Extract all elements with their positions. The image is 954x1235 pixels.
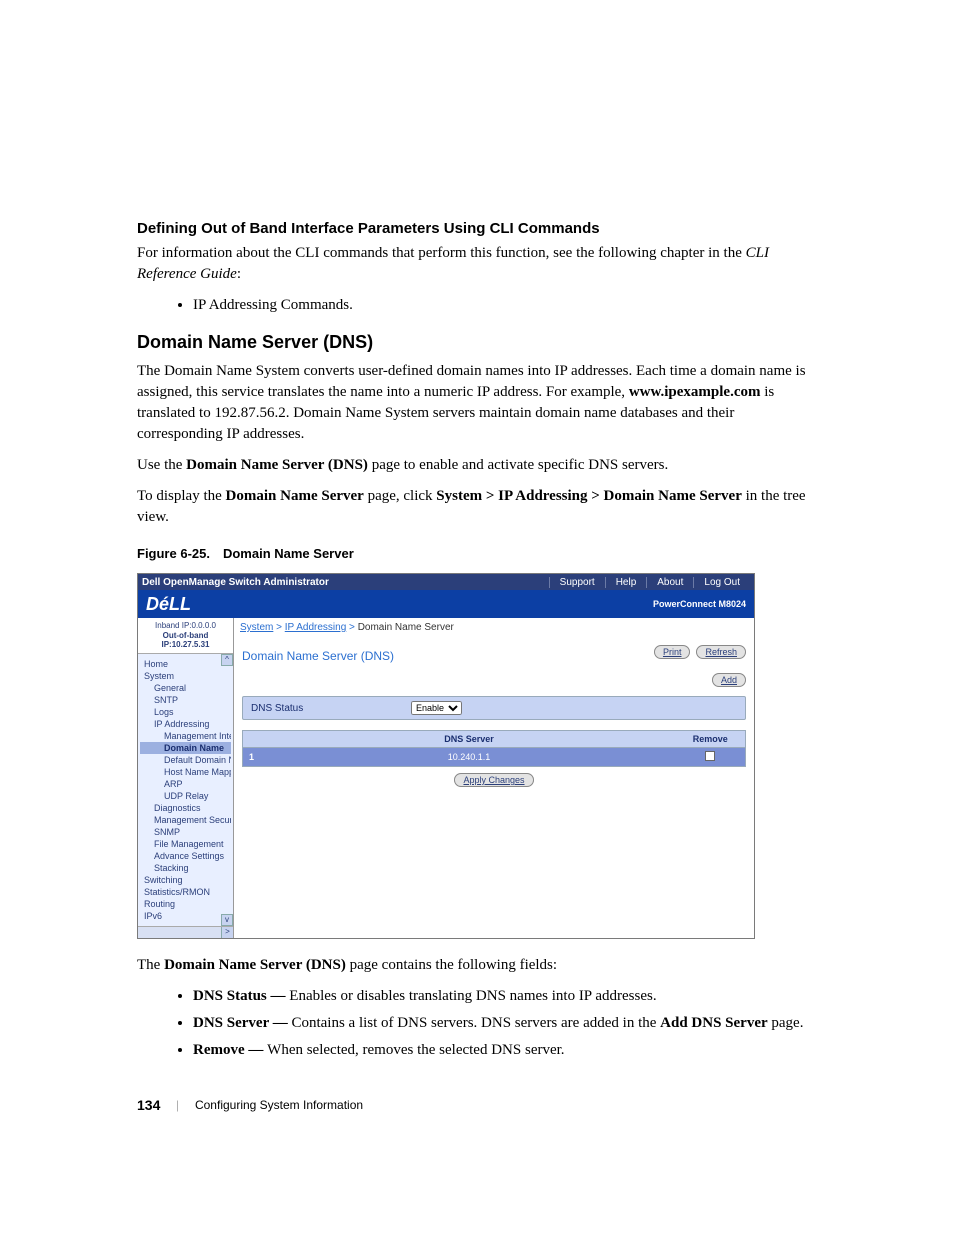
para-dns-intro: The Domain Name System converts user-def… <box>137 361 817 445</box>
tree-ipv6[interactable]: IPv6 <box>140 910 231 922</box>
para-cli: For information about the CLI commands t… <box>137 243 817 285</box>
para-use: Use the Domain Name Server (DNS) page to… <box>137 455 817 476</box>
th-remove: Remove <box>676 731 746 748</box>
tree-stats[interactable]: Statistics/RMON <box>140 886 231 898</box>
separator-icon: | <box>176 1097 179 1113</box>
tree-mgmt-security[interactable]: Management Secur <box>140 814 231 826</box>
tree-advance[interactable]: Advance Settings <box>140 850 231 862</box>
dns-server-table: DNS Server Remove 1 10.240.1.1 <box>242 730 746 767</box>
tree-mgmt-int[interactable]: Management Inte <box>140 730 231 742</box>
page-footer: 134 | Configuring System Information <box>137 1097 817 1113</box>
field-desc: Contains a list of DNS servers. DNS serv… <box>291 1015 660 1031</box>
dns-status-section: DNS Status Enable <box>242 696 746 720</box>
figure-caption: Figure 6-25. Domain Name Server <box>137 546 817 561</box>
field-dns-server: DNS Server — Contains a list of DNS serv… <box>193 1013 817 1034</box>
h-scrollbar[interactable]: > <box>138 926 233 938</box>
tree-diagnostics[interactable]: Diagnostics <box>140 802 231 814</box>
link-support[interactable]: Support <box>549 577 605 588</box>
row-server-ip: 10.240.1.1 <box>263 748 676 767</box>
para-nav: To display the Domain Name Server page, … <box>137 486 817 528</box>
field-desc: page. <box>768 1015 804 1031</box>
tree-stacking[interactable]: Stacking <box>140 862 231 874</box>
table-row: 1 10.240.1.1 <box>243 748 746 767</box>
tree-home[interactable]: Home <box>140 658 231 670</box>
nav-path: System > IP Addressing > Domain Name Ser… <box>436 488 742 504</box>
scroll-right-icon[interactable]: > <box>221 927 233 938</box>
para-fields-intro: The Domain Name Server (DNS) page contai… <box>137 955 817 976</box>
bullet-ip-addressing: IP Addressing Commands. <box>193 295 817 316</box>
ip-info: Inband IP:0.0.0.0 Out-of-band IP:10.27.5… <box>138 618 233 654</box>
bc-system[interactable]: System <box>240 622 273 633</box>
print-button[interactable]: Print <box>654 645 691 659</box>
field-desc: Enables or disables translating DNS name… <box>289 988 656 1004</box>
tree-domain-name[interactable]: Domain Name <box>140 742 231 754</box>
tree-routing[interactable]: Routing <box>140 898 231 910</box>
bc-ip-addressing[interactable]: IP Addressing <box>285 622 347 633</box>
field-name: DNS Status — <box>193 988 289 1004</box>
tree-general[interactable]: General <box>140 682 231 694</box>
text: page to enable and activate specific DNS… <box>368 457 668 473</box>
app-titlebar: Dell OpenManage Switch Administrator Sup… <box>138 574 754 590</box>
text: To display the <box>137 488 226 504</box>
field-name: Remove — <box>193 1042 267 1058</box>
tree-system[interactable]: System <box>140 670 231 682</box>
main-panel: System > IP Addressing > Domain Name Ser… <box>234 618 754 938</box>
scroll-down-icon[interactable]: v <box>221 914 233 926</box>
field-dns-status: DNS Status — Enables or disables transla… <box>193 986 817 1007</box>
app-title: Dell OpenManage Switch Administrator <box>142 577 549 588</box>
field-remove: Remove — When selected, removes the sele… <box>193 1040 817 1061</box>
page-name: Domain Name Server (DNS) <box>186 457 368 473</box>
text: page contains the following fields: <box>346 957 557 973</box>
link-help[interactable]: Help <box>605 577 647 588</box>
tree-logs[interactable]: Logs <box>140 706 231 718</box>
ref-page: Add DNS Server <box>660 1015 768 1031</box>
table-header: DNS Server Remove <box>243 731 746 748</box>
heading-cli: Defining Out of Band Interface Parameter… <box>137 220 817 237</box>
link-about[interactable]: About <box>646 577 693 588</box>
add-button[interactable]: Add <box>712 673 746 687</box>
tree-host-name[interactable]: Host Name Mapp <box>140 766 231 778</box>
remove-checkbox[interactable] <box>705 751 715 761</box>
dns-status-select[interactable]: Enable <box>411 701 462 715</box>
tree-udp-relay[interactable]: UDP Relay <box>140 790 231 802</box>
sidebar: Inband IP:0.0.0.0 Out-of-band IP:10.27.5… <box>138 618 234 938</box>
tree-switching[interactable]: Switching <box>140 874 231 886</box>
tree-arp[interactable]: ARP <box>140 778 231 790</box>
tree-snmp[interactable]: SNMP <box>140 826 231 838</box>
oob-ip: Out-of-band IP:10.27.5.31 <box>161 631 209 650</box>
text: For information about the CLI commands t… <box>137 245 746 261</box>
link-logout[interactable]: Log Out <box>693 577 750 588</box>
breadcrumb: System > IP Addressing > Domain Name Ser… <box>234 618 754 637</box>
text: The <box>137 957 164 973</box>
page-name: Domain Name Server <box>226 488 364 504</box>
apply-changes-button[interactable]: Apply Changes <box>454 773 533 787</box>
tree-ip-addressing[interactable]: IP Addressing <box>140 718 231 730</box>
refresh-button[interactable]: Refresh <box>696 645 746 659</box>
section-title: Configuring System Information <box>195 1098 363 1112</box>
product-name: PowerConnect M8024 <box>653 599 746 609</box>
nav-tree[interactable]: ^ Home System General SNTP Logs IP Addre… <box>138 654 233 938</box>
field-desc: When selected, removes the selected DNS … <box>267 1042 564 1058</box>
bc-current: Domain Name Server <box>358 622 454 633</box>
example-domain: www.ipexample.com <box>629 384 761 400</box>
page-name: Domain Name Server (DNS) <box>164 957 346 973</box>
screenshot-dns: Dell OpenManage Switch Administrator Sup… <box>137 573 755 939</box>
field-name: DNS Server — <box>193 1015 291 1031</box>
page-number: 134 <box>137 1097 160 1113</box>
tree-file-mgmt[interactable]: File Management <box>140 838 231 850</box>
tree-default-domain[interactable]: Default Domain N <box>140 754 231 766</box>
heading-dns: Domain Name Server (DNS) <box>137 332 817 353</box>
th-dns-server: DNS Server <box>263 731 676 748</box>
tree-sntp[interactable]: SNTP <box>140 694 231 706</box>
text: Use the <box>137 457 186 473</box>
text: : <box>237 266 241 282</box>
scroll-up-icon[interactable]: ^ <box>221 654 233 666</box>
dell-logo: DéLL <box>146 594 191 615</box>
dns-status-label: DNS Status <box>251 703 411 714</box>
text: page, click <box>364 488 436 504</box>
brand-bar: DéLL PowerConnect M8024 <box>138 590 754 618</box>
row-index: 1 <box>243 748 263 767</box>
inband-ip: Inband IP:0.0.0.0 <box>140 621 231 631</box>
